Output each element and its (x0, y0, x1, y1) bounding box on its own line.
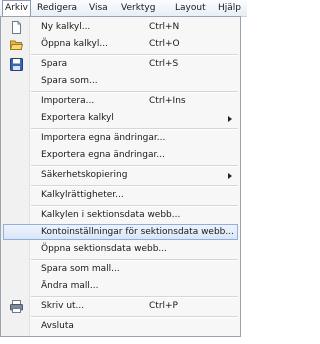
menu-item-label: Avsluta (41, 321, 74, 331)
menu-item-spara-som-mall[interactable]: Spara som mall... (3, 261, 238, 277)
new-document-icon (12, 21, 21, 34)
menu-verktyg[interactable]: Verktyg (121, 0, 155, 17)
menu-separator (31, 165, 238, 167)
menu-separator (31, 205, 238, 207)
menu-item-exportera-egna-andringar[interactable]: Exportera egna ändringar... (3, 147, 238, 163)
file-menu-dropdown: Ny kalkyl... Ctrl+N Öppna kalkyl... Ctrl… (0, 16, 241, 337)
menu-layout[interactable]: Layout (175, 0, 206, 17)
menu-item-shortcut: Ctrl+N (149, 22, 180, 32)
menu-item-oppna-kalkyl[interactable]: Öppna kalkyl... Ctrl+O (3, 36, 238, 52)
menu-item-label: Exportera egna ändringar... (41, 150, 165, 160)
menu-item-shortcut: Ctrl+S (149, 59, 179, 69)
menu-bar: Arkiv Redigera Visa Verktyg Layout Hjälp (0, 0, 247, 17)
menu-item-label: Spara som mall... (41, 264, 120, 274)
menu-item-spara-som[interactable]: Spara som... (3, 73, 238, 89)
menu-item-oppna-sektionsdata-webb[interactable]: Öppna sektionsdata webb... (3, 241, 238, 257)
menu-item-importera-egna-andringar[interactable]: Importera egna ändringar... (3, 130, 238, 146)
menu-item-shortcut: Ctrl+P (149, 301, 178, 311)
menu-hjalp[interactable]: Hjälp (218, 0, 241, 17)
menu-redigera[interactable]: Redigera (37, 0, 77, 17)
menu-item-label: Kalkylen i sektionsdata webb... (41, 210, 181, 220)
submenu-arrow-icon (228, 173, 232, 179)
menu-item-kalkylrattigheter[interactable]: Kalkylrättigheter... (3, 187, 238, 203)
menu-separator (31, 316, 238, 318)
menu-item-shortcut: Ctrl+O (149, 39, 180, 49)
menu-item-label: Skriv ut... (41, 301, 85, 311)
menu-item-label: Ny kalkyl... (41, 22, 91, 32)
menu-separator (31, 296, 238, 298)
menu-item-label: Ändra mall... (41, 281, 99, 291)
menu-item-label: Kontoinställningar för sektionsdata webb… (41, 227, 234, 237)
menu-visa[interactable]: Visa (89, 0, 108, 17)
menu-item-label: Säkerhetskopiering (41, 170, 128, 180)
menu-item-avsluta[interactable]: Avsluta (3, 318, 238, 334)
submenu-arrow-icon (228, 116, 232, 122)
menu-item-exportera-kalkyl[interactable]: Exportera kalkyl (3, 110, 238, 126)
menu-item-label: Öppna kalkyl... (41, 39, 108, 49)
menu-item-sakerhetskopiering[interactable]: Säkerhetskopiering (3, 167, 238, 183)
menu-item-kalkylen-i-sektionsdata-webb[interactable]: Kalkylen i sektionsdata webb... (3, 207, 238, 223)
printer-icon (10, 300, 23, 313)
menu-item-andra-mall[interactable]: Ändra mall... (3, 278, 238, 294)
menu-separator (31, 185, 238, 187)
menu-item-label: Öppna sektionsdata webb... (41, 244, 167, 254)
menu-item-label: Importera... (41, 96, 95, 106)
menu-arkiv[interactable]: Arkiv (2, 0, 31, 17)
menu-separator (31, 128, 238, 130)
menu-item-spara[interactable]: Spara Ctrl+S (3, 56, 238, 72)
floppy-disk-icon (10, 58, 23, 71)
open-folder-icon (10, 40, 23, 50)
menu-item-skriv-ut[interactable]: Skriv ut... Ctrl+P (3, 298, 238, 314)
menu-item-label: Exportera kalkyl (41, 113, 114, 123)
menu-separator (31, 54, 238, 56)
menu-item-label: Spara som... (41, 76, 98, 86)
menu-item-shortcut: Ctrl+Ins (149, 96, 186, 106)
menu-item-label: Kalkylrättigheter... (41, 190, 124, 200)
menu-item-label: Importera egna ändringar... (41, 133, 166, 143)
menu-separator (31, 91, 238, 93)
menu-item-importera[interactable]: Importera... Ctrl+Ins (3, 93, 238, 109)
menu-item-kontoinstallningar[interactable]: Kontoinställningar för sektionsdata webb… (3, 224, 238, 240)
menu-separator (31, 259, 238, 261)
menu-item-label: Spara (41, 59, 68, 69)
menu-item-ny-kalkyl[interactable]: Ny kalkyl... Ctrl+N (3, 19, 238, 35)
